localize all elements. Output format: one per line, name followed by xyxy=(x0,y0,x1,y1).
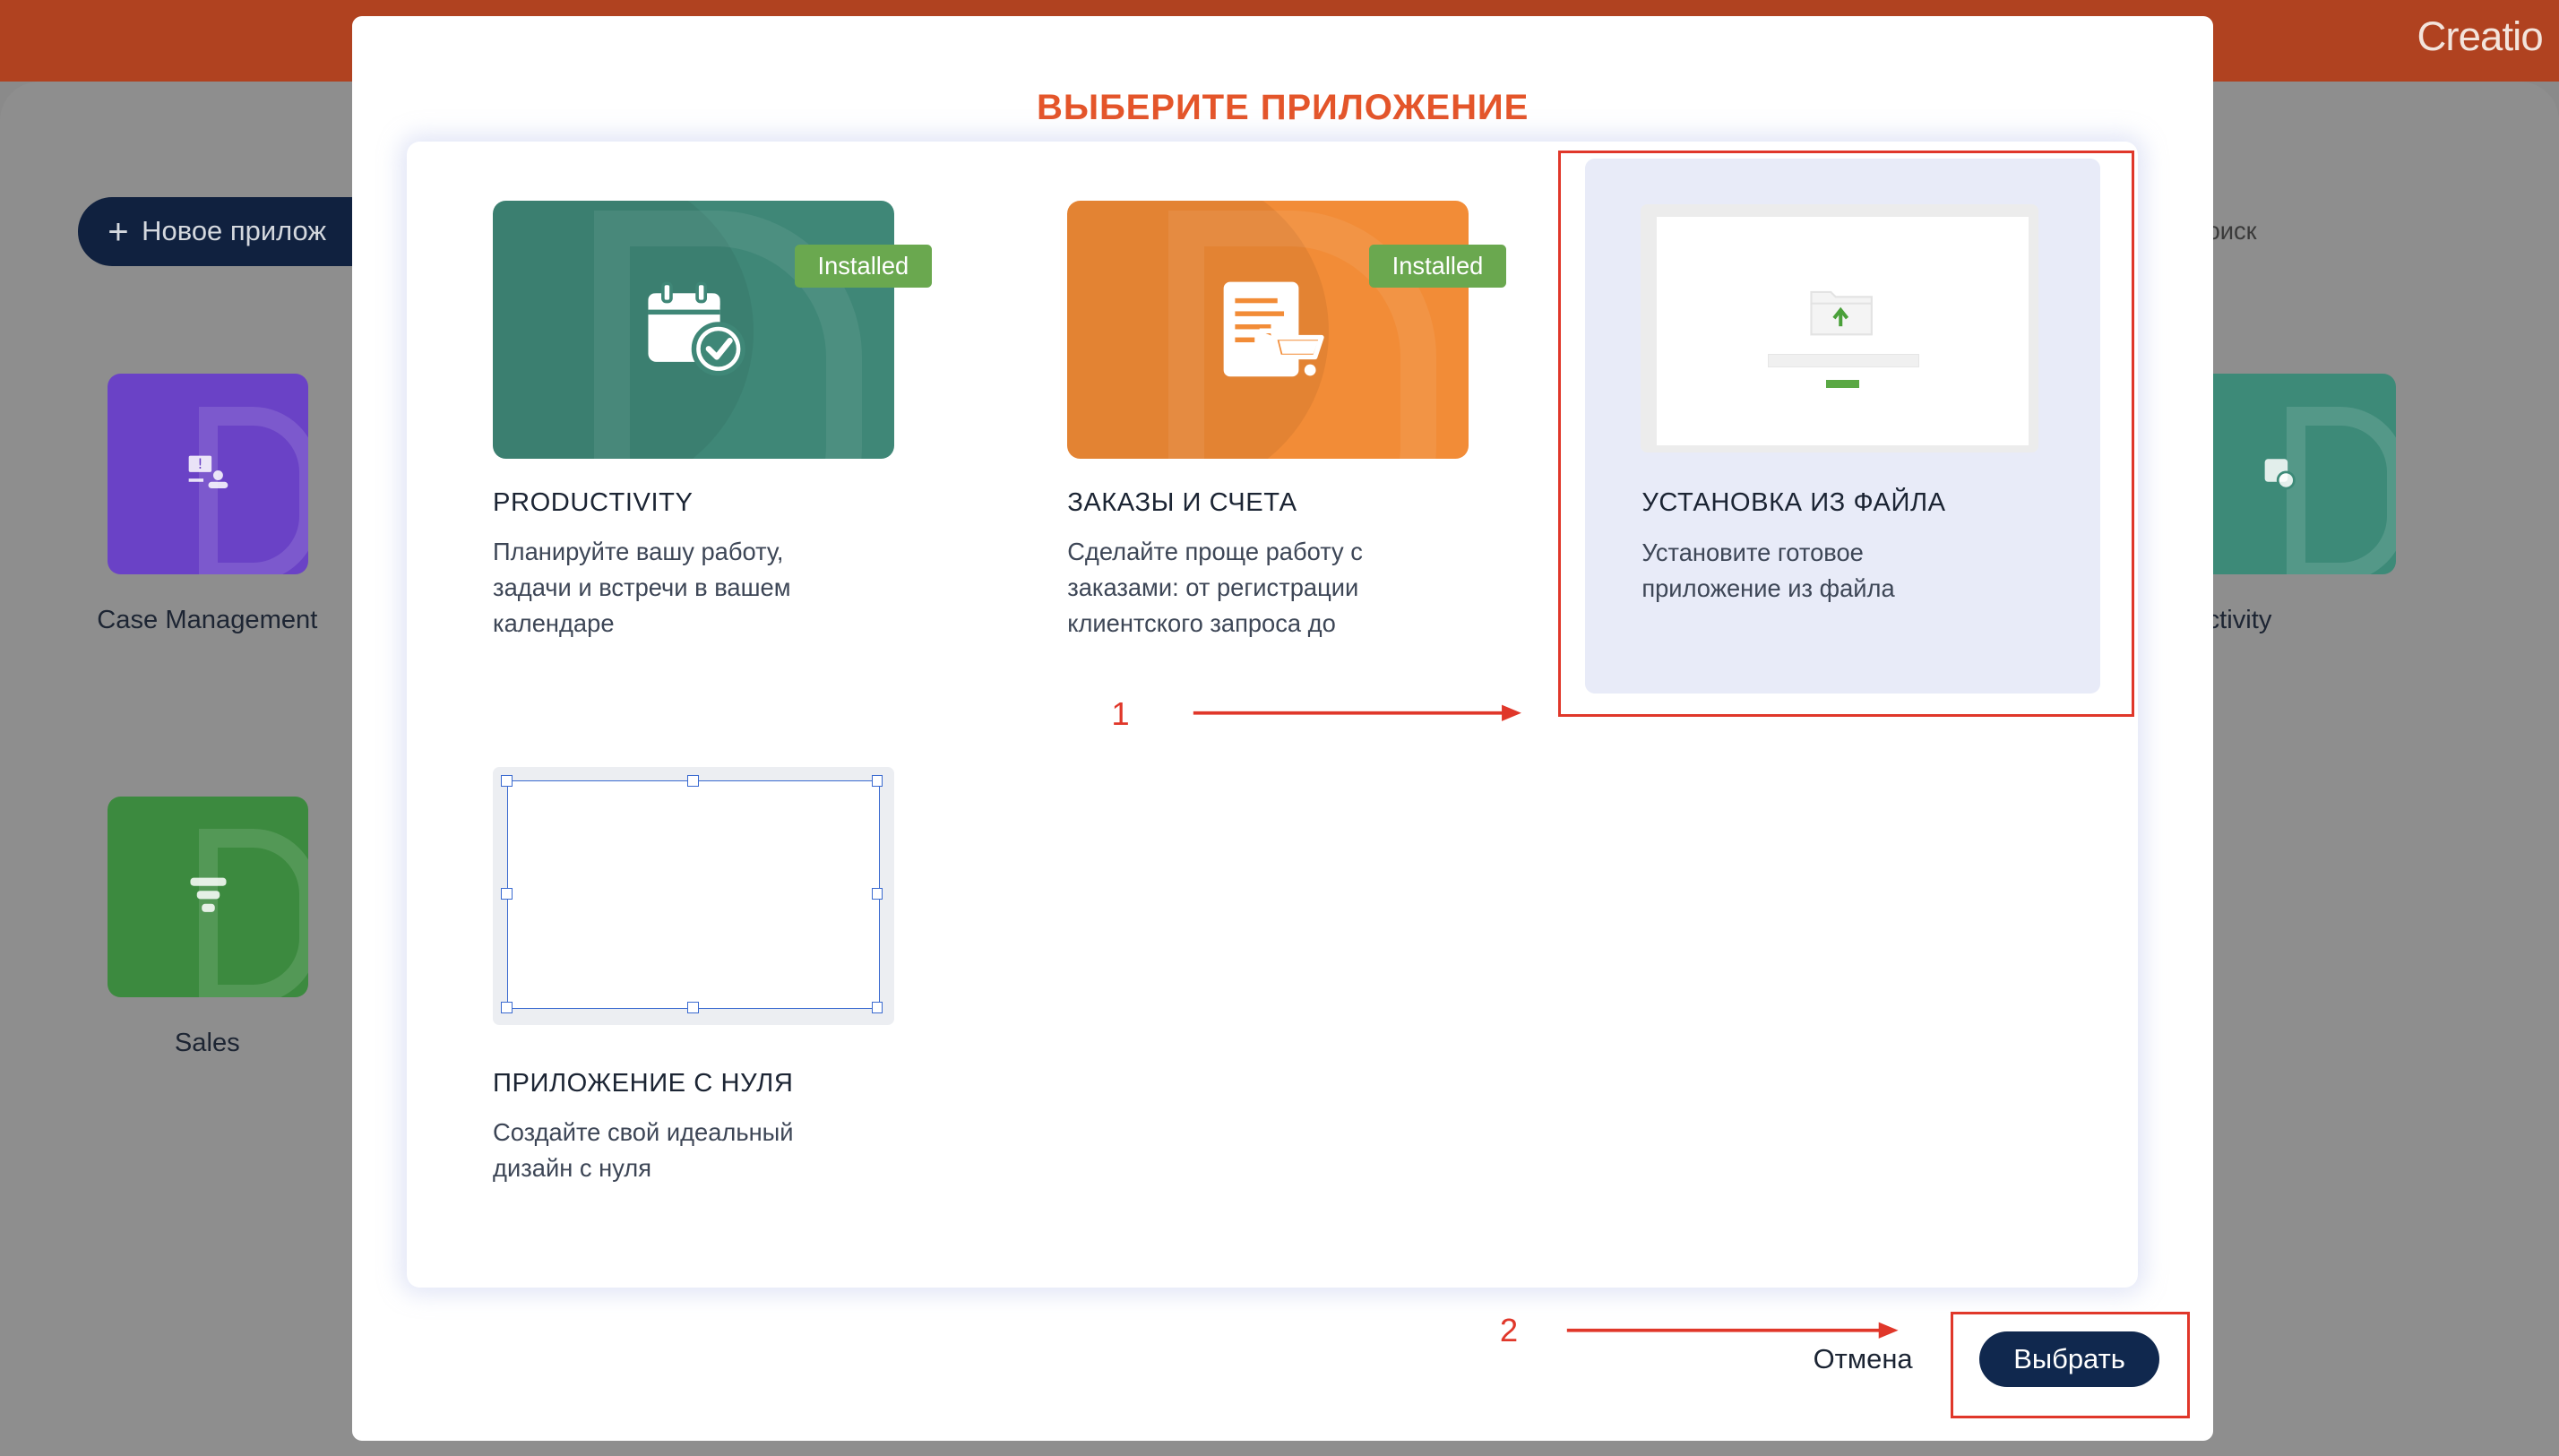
funnel-icon xyxy=(108,874,308,926)
template-card-productivity[interactable]: Installed PRODUCTIVITY Планируйте вашу р… xyxy=(493,201,982,658)
card-description: Планируйте вашу работу, задачи и встречи… xyxy=(493,537,791,637)
installed-badge: Installed xyxy=(1369,245,1506,288)
app-tile-sales[interactable] xyxy=(108,796,309,997)
annotation-arrow-icon xyxy=(1192,702,1525,732)
order-cart-icon xyxy=(1220,279,1328,393)
app-tile-label: Case Management xyxy=(97,605,318,634)
select-button[interactable]: Выбрать xyxy=(1979,1331,2159,1388)
template-card-from-scratch-anchor xyxy=(407,142,409,143)
app-tile-case-management[interactable]: ! xyxy=(108,374,309,575)
card-title: ПРИЛОЖЕНИЕ С НУЛЯ xyxy=(493,1069,794,1098)
blank-canvas-icon xyxy=(507,780,880,1009)
new-app-button[interactable]: + Новое прилож xyxy=(78,197,389,266)
card-thumbnail xyxy=(493,201,895,459)
card-description: Создайте свой идеальный дизайн с нуля xyxy=(493,1118,794,1183)
plus-icon: + xyxy=(108,212,129,253)
app-tile-label: Sales xyxy=(174,1028,240,1057)
card-description: Сделайте проще работу с заказами: от рег… xyxy=(1067,537,1363,637)
dialog-title: ВЫБЕРИТЕ ПРИЛОЖЕНИЕ xyxy=(1037,88,1529,128)
calendar-check-icon xyxy=(2195,452,2396,501)
new-app-button-label: Новое прилож xyxy=(142,215,327,247)
installed-badge: Installed xyxy=(795,245,932,288)
template-card-orders[interactable]: Installed ЗАКАЗЫ И СЧЕТА Сделайте проще … xyxy=(1067,201,1556,658)
screen: Creatio + Новое прилож оиск ! Case Manage… xyxy=(0,0,2559,1456)
cancel-button[interactable]: Отмена xyxy=(1814,1343,1913,1375)
calendar-check-icon xyxy=(643,279,751,387)
svg-text:!: ! xyxy=(197,455,203,472)
search-input[interactable]: оиск xyxy=(2207,217,2257,246)
select-app-dialog: ВЫБЕРИТЕ ПРИЛОЖЕНИЕ Installed PRODUCTIVI… xyxy=(352,16,2213,1442)
resize-handle xyxy=(871,1002,883,1014)
card-thumbnail xyxy=(1067,201,1469,459)
resize-handle xyxy=(501,1002,513,1014)
resize-handle xyxy=(871,887,883,900)
resize-handle xyxy=(501,887,513,900)
resize-handle xyxy=(501,775,513,787)
app-tile-productivity[interactable] xyxy=(2194,374,2396,575)
annotation-highlight-box xyxy=(1558,150,2135,717)
creatio-logo: Creatio xyxy=(2417,13,2543,59)
card-title: ЗАКАЗЫ И СЧЕТА xyxy=(1067,487,1297,517)
case-management-icon: ! xyxy=(108,452,308,501)
annotation-number: 1 xyxy=(1111,694,1130,732)
resize-handle xyxy=(871,775,883,787)
template-card-from-scratch[interactable] xyxy=(493,767,895,1025)
resize-handle xyxy=(686,1002,699,1014)
annotation-number: 2 xyxy=(1499,1312,1519,1349)
resize-handle xyxy=(686,775,699,787)
card-title: PRODUCTIVITY xyxy=(493,487,694,517)
